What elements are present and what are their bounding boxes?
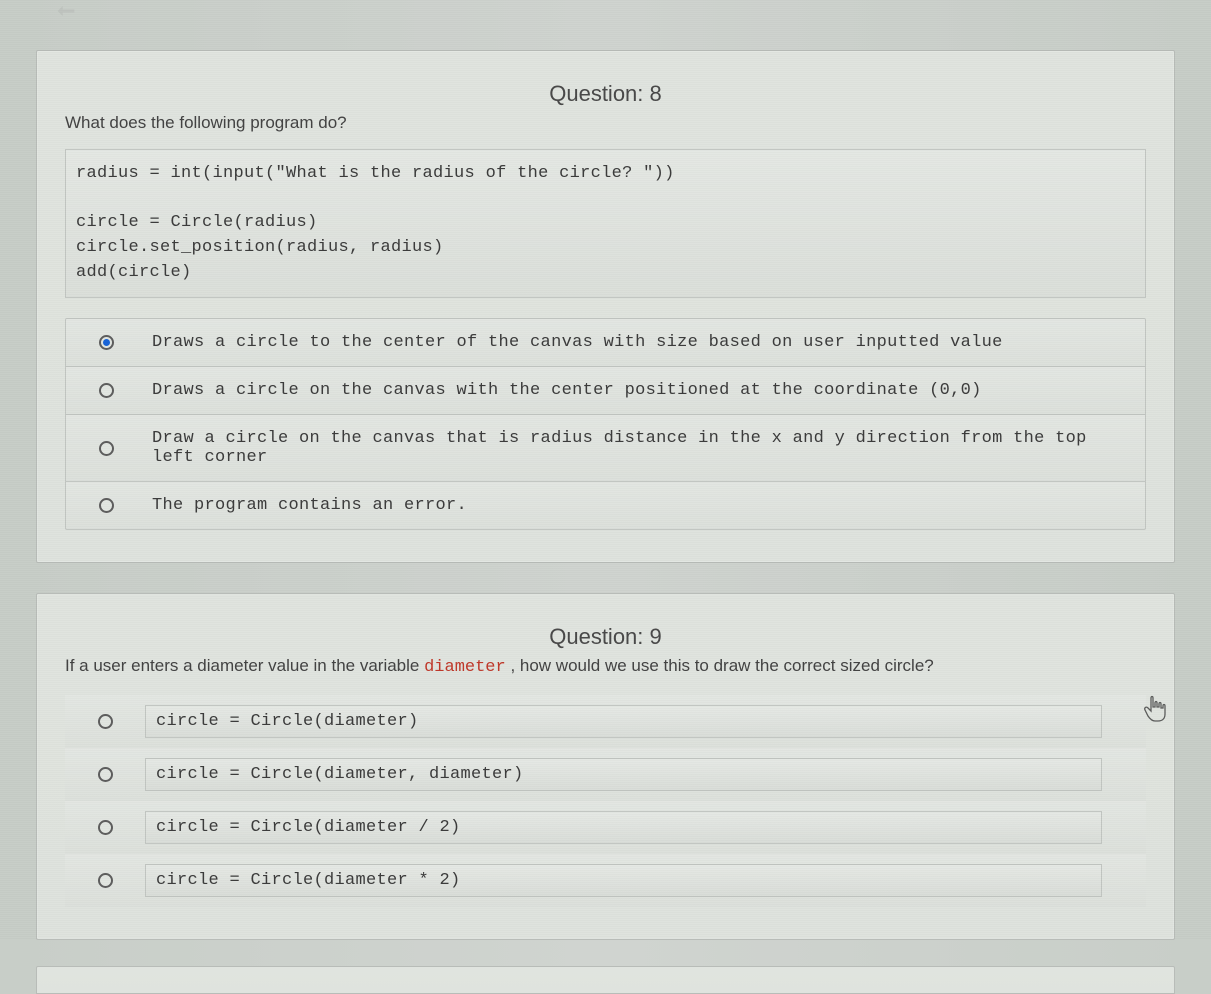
radio-icon[interactable] xyxy=(98,873,113,888)
radio-icon[interactable] xyxy=(99,383,114,398)
option-code: circle = Circle(diameter / 2) xyxy=(145,811,1102,844)
radio-cell[interactable] xyxy=(66,369,146,412)
options-group: Draws a circle to the center of the canv… xyxy=(65,318,1146,530)
radio-cell[interactable] xyxy=(65,753,145,796)
radio-selected-icon[interactable] xyxy=(99,335,114,350)
option-text: Draws a circle on the canvas with the ce… xyxy=(146,367,1145,414)
option-row[interactable]: circle = Circle(diameter / 2) xyxy=(65,801,1146,854)
header-decorative-icon xyxy=(56,4,76,18)
radio-icon[interactable] xyxy=(98,820,113,835)
option-row[interactable]: The program contains an error. xyxy=(66,482,1145,529)
prompt-text-before: If a user enters a diameter value in the… xyxy=(65,656,424,675)
option-row[interactable]: circle = Circle(diameter) xyxy=(65,695,1146,748)
radio-cell[interactable] xyxy=(66,427,146,470)
option-row[interactable]: circle = Circle(diameter * 2) xyxy=(65,854,1146,907)
option-code: circle = Circle(diameter, diameter) xyxy=(145,758,1102,791)
option-code: circle = Circle(diameter * 2) xyxy=(145,864,1102,897)
option-code: circle = Circle(diameter) xyxy=(145,705,1102,738)
prompt-text-after: , how would we use this to draw the corr… xyxy=(506,656,934,675)
option-row[interactable]: Draws a circle on the canvas with the ce… xyxy=(66,367,1145,415)
option-row[interactable]: circle = Circle(diameter, diameter) xyxy=(65,748,1146,801)
radio-cell[interactable] xyxy=(65,806,145,849)
question-card-9: Question: 9 If a user enters a diameter … xyxy=(36,593,1175,940)
question-number: Question: 9 xyxy=(65,624,1146,650)
question-card-partial xyxy=(36,966,1175,994)
question-number: Question: 8 xyxy=(65,81,1146,107)
radio-cell[interactable] xyxy=(65,859,145,902)
radio-icon[interactable] xyxy=(99,441,114,456)
radio-icon[interactable] xyxy=(99,498,114,513)
radio-icon[interactable] xyxy=(98,767,113,782)
option-text: The program contains an error. xyxy=(146,482,1145,529)
question-prompt: If a user enters a diameter value in the… xyxy=(65,656,1146,677)
radio-cell[interactable] xyxy=(65,700,145,743)
inline-code: diameter xyxy=(424,658,506,677)
option-text: Draw a circle on the canvas that is radi… xyxy=(146,415,1145,481)
code-block: radius = int(input("What is the radius o… xyxy=(65,149,1146,298)
question-card-8: Question: 8 What does the following prog… xyxy=(36,50,1175,563)
radio-cell[interactable] xyxy=(66,484,146,527)
question-prompt: What does the following program do? xyxy=(65,113,1146,133)
radio-icon[interactable] xyxy=(98,714,113,729)
options-group: circle = Circle(diameter) circle = Circl… xyxy=(65,695,1146,907)
option-row[interactable]: Draws a circle to the center of the canv… xyxy=(66,319,1145,367)
option-text: Draws a circle to the center of the canv… xyxy=(146,319,1145,366)
option-row[interactable]: Draw a circle on the canvas that is radi… xyxy=(66,415,1145,482)
radio-cell[interactable] xyxy=(66,321,146,364)
